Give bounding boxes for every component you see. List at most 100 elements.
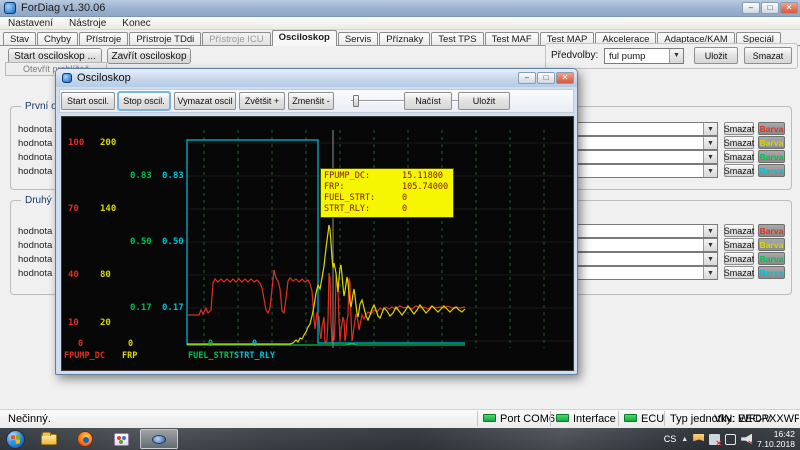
scope-zoom-out-button[interactable]: Zmenšit -: [288, 92, 334, 110]
preset-delete-button[interactable]: Smazat: [744, 47, 792, 64]
chevron-down-icon[interactable]: ▼: [703, 239, 717, 251]
status-interface: Interface: [573, 413, 616, 425]
chevron-down-icon[interactable]: ▼: [669, 49, 683, 63]
ecu-status-led: [624, 414, 637, 422]
tab-pristroje-tddi[interactable]: Přístroje TDdi: [129, 32, 201, 46]
tab-pristroje-icu[interactable]: Přístroje ICU: [202, 32, 270, 46]
row-smazat-button[interactable]: Smazat: [724, 252, 754, 265]
row-barva-button[interactable]: Barva: [758, 252, 785, 265]
tooltip-value: 15.11800: [402, 171, 443, 182]
row-barva-button[interactable]: Barva: [758, 150, 785, 163]
scope-zoom-slider-thumb[interactable]: [353, 95, 359, 107]
action-center-icon[interactable]: [693, 434, 704, 445]
presets-combobox[interactable]: ful pump ▼: [604, 48, 684, 64]
menu-konec[interactable]: Konec: [114, 18, 158, 29]
tooltip-label: STRT_RLY:: [324, 204, 402, 215]
scale-yellow: 80: [100, 270, 130, 280]
scale-cyan: 0.17: [162, 303, 192, 313]
row-smazat-button[interactable]: Smazat: [724, 150, 754, 163]
chevron-down-icon[interactable]: ▼: [703, 123, 717, 135]
scope-save-button[interactable]: Uložit: [458, 92, 510, 110]
row-smazat-button[interactable]: Smazat: [724, 238, 754, 251]
system-tray: CS ▲ 16:42 7.10.2018: [664, 428, 798, 450]
scope-start-button[interactable]: Start oscil.: [61, 92, 115, 110]
tab-pristroje[interactable]: Přístroje: [79, 32, 128, 46]
start-button[interactable]: [4, 429, 26, 449]
row-barva-button[interactable]: Barva: [758, 136, 785, 149]
hodnota-label: hodnota: [18, 254, 52, 265]
scope-close-button[interactable]: ✕: [556, 72, 574, 84]
menubar: Nastavení Nástroje Konec: [0, 17, 800, 30]
menu-nastaveni[interactable]: Nastavení: [0, 18, 61, 29]
tooltip-value: 105.74000: [402, 182, 448, 193]
tab-test-tps[interactable]: Test TPS: [431, 32, 483, 46]
scope-titlebar[interactable]: Osciloskop: [56, 69, 577, 87]
scope-restore-button[interactable]: □: [537, 72, 555, 84]
row-barva-button[interactable]: Barva: [758, 122, 785, 135]
scope-stop-button[interactable]: Stop oscil.: [118, 92, 170, 110]
scope-window-icon: [62, 73, 72, 83]
device-icon[interactable]: [725, 434, 736, 445]
language-indicator[interactable]: CS: [664, 434, 677, 444]
tab-stav[interactable]: Stav: [3, 32, 36, 46]
tab-osciloskop[interactable]: Osciloskop: [272, 30, 337, 46]
network-disconnected-icon[interactable]: [709, 434, 720, 445]
legend-name: FPUMP_DC: [64, 351, 105, 361]
chevron-down-icon[interactable]: ▼: [703, 225, 717, 237]
tooltip-label: FPUMP_DC:: [324, 171, 402, 182]
row-barva-button[interactable]: Barva: [758, 238, 785, 251]
paint-icon[interactable]: [110, 429, 132, 449]
status-ecu: ECU: [641, 413, 664, 425]
chevron-down-icon[interactable]: ▼: [703, 267, 717, 279]
main-close-button[interactable]: ✕: [780, 2, 798, 14]
scope-display[interactable]: 100 70 40 10 200 140 80 20 0.83 0.50 0.1…: [61, 116, 574, 371]
scale-yellow: 20: [100, 318, 130, 328]
scale-yellow: 140: [100, 204, 130, 214]
row-smazat-button[interactable]: Smazat: [724, 164, 754, 177]
preset-save-button[interactable]: Uložit: [694, 47, 738, 64]
row-barva-button[interactable]: Barva: [758, 266, 785, 279]
row-smazat-button[interactable]: Smazat: [724, 266, 754, 279]
scale-red: 100: [68, 138, 98, 148]
scope-zoom-in-button[interactable]: Zvětšit +: [239, 92, 285, 110]
main-window-title: ForDiag v1.30.06: [21, 2, 105, 14]
row-smazat-button[interactable]: Smazat: [724, 122, 754, 135]
row-barva-button[interactable]: Barva: [758, 164, 785, 177]
main-minimize-button[interactable]: –: [742, 2, 760, 14]
presets-value: ful pump: [609, 51, 645, 62]
scope-load-button[interactable]: Načíst: [404, 92, 452, 110]
tab-priznaky[interactable]: Příznaky: [379, 32, 430, 46]
zavrit-osciloskop-button[interactable]: Zavřít osciloskop: [107, 48, 191, 64]
firefox-icon[interactable]: [74, 429, 96, 449]
main-maximize-button[interactable]: □: [761, 2, 779, 14]
chevron-down-icon[interactable]: ▼: [703, 137, 717, 149]
scale-cyan: 0.83: [162, 171, 192, 181]
row-barva-button[interactable]: Barva: [758, 224, 785, 237]
scale-green: 0.50: [130, 237, 160, 247]
scope-minimize-button[interactable]: –: [518, 72, 536, 84]
tray-expand-icon[interactable]: ▲: [681, 436, 688, 443]
scale-cyan: 0.50: [162, 237, 192, 247]
row-smazat-button[interactable]: Smazat: [724, 224, 754, 237]
tooltip-label: FRP:: [324, 182, 402, 193]
legend-value: 0: [128, 339, 133, 349]
tab-test-maf[interactable]: Test MAF: [485, 32, 539, 46]
tab-chyby[interactable]: Chyby: [37, 32, 78, 46]
volume-muted-icon[interactable]: [741, 434, 752, 445]
main-window-titlebar: ForDiag v1.30.06: [0, 0, 800, 17]
clock[interactable]: 16:42 7.10.2018: [757, 429, 798, 449]
hodnota-label: hodnota: [18, 152, 52, 163]
tab-servis[interactable]: Servis: [338, 32, 378, 46]
hodnota-label: hodnota: [18, 124, 52, 135]
explorer-icon[interactable]: [38, 429, 60, 449]
chevron-down-icon[interactable]: ▼: [703, 165, 717, 177]
fordiag-taskbar-button[interactable]: [140, 429, 178, 449]
menu-nastroje[interactable]: Nástroje: [61, 18, 114, 29]
tooltip-label: FUEL_STRT:: [324, 193, 402, 204]
hodnota-label: hodnota: [18, 240, 52, 251]
scope-data-tooltip: FPUMP_DC:15.11800 FRP:105.74000 FUEL_STR…: [320, 168, 454, 218]
row-smazat-button[interactable]: Smazat: [724, 136, 754, 149]
chevron-down-icon[interactable]: ▼: [703, 151, 717, 163]
scope-clear-button[interactable]: Vymazat oscil: [174, 92, 236, 110]
chevron-down-icon[interactable]: ▼: [703, 253, 717, 265]
